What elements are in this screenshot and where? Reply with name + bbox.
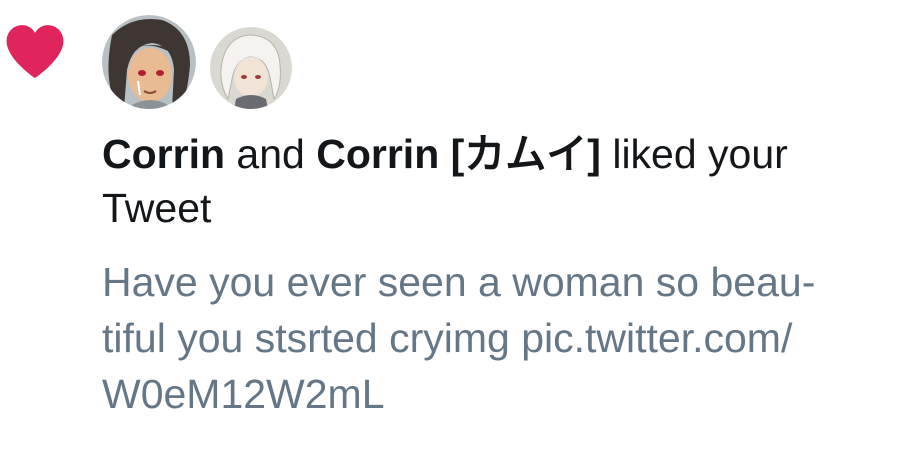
tweet-line: tiful you stsrted cryimg pic.twitter.com… <box>102 315 793 361</box>
liker-name-2[interactable]: Corrin [カムイ] <box>316 131 601 177</box>
tweet-line: W0eM12W2mL <box>102 371 385 417</box>
tweet-line: Have you ever seen a woman so beau- <box>102 259 816 305</box>
avatar-dark-hair-icon[interactable] <box>102 15 196 109</box>
liker-avatars <box>102 15 292 109</box>
avatar-white-hair-icon[interactable] <box>210 27 292 109</box>
notification-headline: Corrin and Corrin [カムイ] liked your Tweet <box>102 127 862 235</box>
conjunction-text: and <box>236 131 305 177</box>
like-notification[interactable]: Corrin and Corrin [カムイ] liked your Tweet… <box>0 0 907 451</box>
tweet-preview[interactable]: Have you ever seen a woman so beau- tifu… <box>102 254 892 422</box>
heart-icon <box>6 25 64 79</box>
liker-name-1[interactable]: Corrin <box>102 131 225 177</box>
